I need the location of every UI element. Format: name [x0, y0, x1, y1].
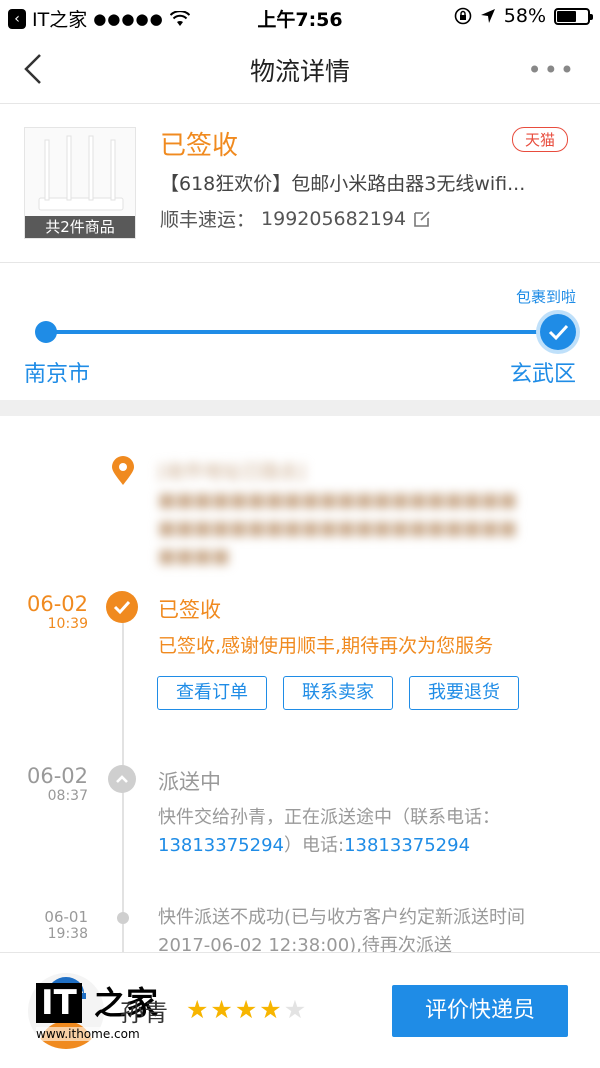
route-origin: 南京市	[24, 362, 91, 387]
route-line	[46, 330, 558, 334]
route-progress: 包裹到啦 南京市 玄武区	[0, 264, 600, 400]
event-time: 08:37	[47, 788, 88, 804]
watermark-url: www.ithome.com	[36, 1027, 140, 1041]
star-icon: ★	[234, 995, 258, 1024]
event-date: 06-01	[44, 908, 88, 926]
courier-name: 孙青	[120, 999, 168, 1027]
event-datetime: 06-02 10:39	[0, 592, 88, 632]
courier-phone-link[interactable]: 13813375294	[158, 835, 284, 856]
delivery-address: [收件地址已隐去] ■■■■■■■■■■■■■■■■■■■■ ■■■■■■■■■…	[158, 461, 518, 567]
contact-seller-button[interactable]: 联系卖家	[283, 676, 393, 710]
star-icon: ★	[186, 995, 209, 1024]
event-text: ）电话:	[283, 835, 345, 856]
view-order-button[interactable]: 查看订单	[157, 676, 267, 710]
origin-dot-icon	[35, 321, 57, 343]
event-time: 19:38	[47, 926, 88, 942]
rotation-lock-icon	[454, 7, 472, 25]
order-actions: 查看订单 联系卖家 我要退货	[157, 676, 519, 710]
carrier-label: 顺丰速运：	[160, 209, 256, 231]
event-description: 已签收,感谢使用顺丰,期待再次为您服务	[158, 635, 494, 657]
more-icon[interactable]: •••	[528, 56, 576, 84]
route-destination: 玄武区	[509, 362, 576, 387]
tracking-info: 顺丰速运： 199205682194	[160, 205, 432, 232]
battery-icon	[554, 7, 593, 25]
battery-percent: 58%	[503, 5, 546, 27]
copy-edit-icon[interactable]	[412, 209, 432, 229]
event-time: 10:39	[47, 616, 88, 632]
in-transit-chevron-icon	[108, 765, 136, 793]
event-datetime: 06-01 19:38	[0, 908, 88, 942]
event-datetime: 06-02 08:37	[0, 764, 88, 804]
courier-bar: IT 之家 www.ithome.com 孙青 ★ ★ ★ ★ ★ 评价快递员	[0, 952, 600, 1068]
delivery-status: 已签收	[160, 131, 239, 161]
event-description: 快件交给孙青，正在派送途中（联系电话： 13813375294）电话:13813…	[158, 804, 578, 860]
section-divider	[0, 400, 600, 416]
star-icon: ★	[283, 995, 307, 1024]
request-return-button[interactable]: 我要退货	[409, 676, 519, 710]
rate-courier-button[interactable]: 评价快递员	[392, 985, 568, 1037]
store-badge: 天猫	[511, 127, 568, 152]
router-image-icon	[38, 135, 124, 211]
star-icon: ★	[259, 995, 282, 1024]
event-title: 已签收	[158, 598, 221, 622]
signed-check-icon	[106, 591, 138, 623]
product-name: 【618狂欢价】包邮小米路由器3无线wifi...	[160, 173, 526, 195]
product-thumbnail[interactable]: 共2件商品	[24, 127, 136, 239]
event-date: 06-02	[26, 592, 88, 616]
watermark-logo: IT	[36, 983, 82, 1023]
route-note: 包裹到啦	[515, 288, 576, 306]
site-watermark: IT 之家 www.ithome.com	[36, 983, 196, 1053]
event-title: 派送中	[158, 770, 221, 794]
nav-bar: 物流详情 •••	[0, 34, 600, 104]
order-summary[interactable]: 共2件商品 已签收 天猫 【618狂欢价】包邮小米路由器3无线wifi... 顺…	[0, 105, 600, 263]
page-title: 物流详情	[249, 57, 350, 86]
timeline-dot-icon	[117, 912, 129, 924]
item-count-caption: 共2件商品	[25, 216, 135, 238]
courier-phone-link[interactable]: 13813375294	[344, 835, 470, 856]
star-icon: ★	[210, 995, 233, 1024]
location-arrow-icon	[480, 9, 495, 23]
status-bar: ‹ IT之家 ●●●●● 上午7:56 58%	[0, 0, 600, 34]
tracking-timeline: [收件地址已隐去] ■■■■■■■■■■■■■■■■■■■■ ■■■■■■■■■…	[0, 416, 600, 952]
event-date: 06-02	[26, 764, 88, 788]
event-text: 快件交给孙青，正在派送途中（联系电话：	[158, 807, 500, 828]
arrived-check-icon	[540, 314, 576, 350]
location-pin-icon	[112, 456, 134, 485]
courier-rating: ★ ★ ★ ★ ★	[186, 997, 306, 1023]
tracking-number: 199205682194	[261, 207, 407, 230]
event-description: 快件派送不成功(已与收方客户约定新派送时间 2017-06-02 12:38:0…	[158, 907, 526, 952]
